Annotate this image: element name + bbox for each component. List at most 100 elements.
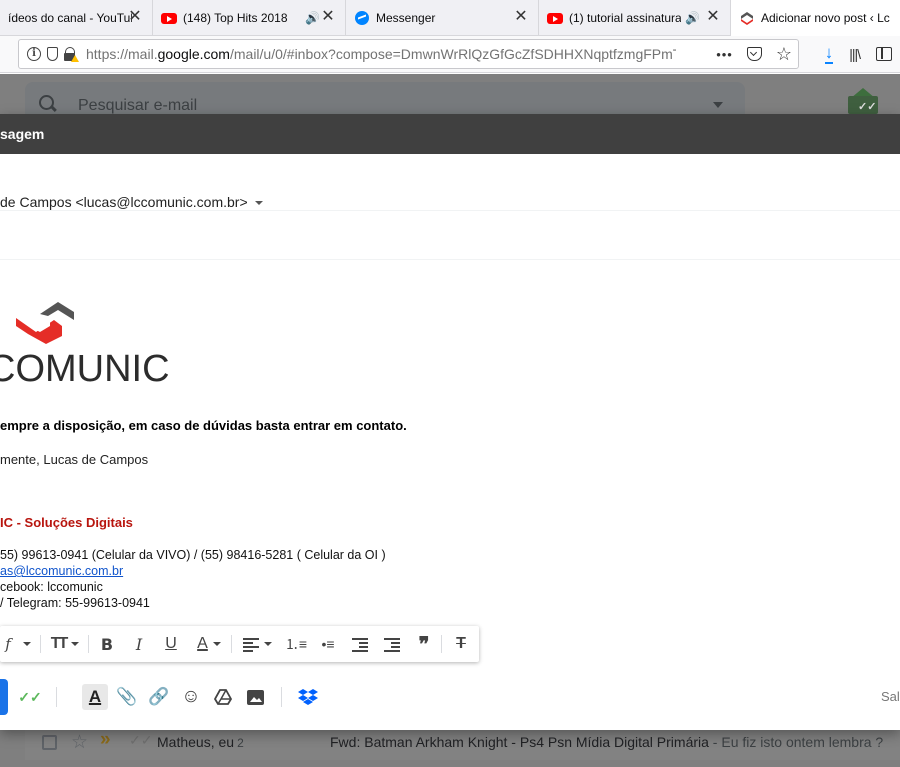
pocket-icon[interactable] xyxy=(746,47,762,61)
font-size-select[interactable]: TT xyxy=(46,632,84,656)
chevron-down-icon xyxy=(212,642,221,646)
signature-telegram: / Telegram: 55-99613-0941 xyxy=(0,596,150,610)
remove-formatting-icon: T xyxy=(456,635,466,652)
italic-button[interactable]: I xyxy=(128,632,150,656)
browser-tab-wordpress[interactable]: Adicionar novo post ‹ Lc xyxy=(731,0,900,36)
signature-email-link[interactable]: as@lccomunic.com.br xyxy=(0,564,123,578)
close-icon[interactable]: ✕ xyxy=(514,9,528,25)
speaker-icon[interactable]: 🔊 xyxy=(305,11,320,25)
compose-window: sagem de Campos <lucas@lccomunic.com.br>… xyxy=(0,114,900,730)
chevron-down-icon xyxy=(71,642,80,646)
insert-emoji-button[interactable]: ☺ xyxy=(179,685,203,709)
gmail-addon-icon[interactable]: ✓✓ xyxy=(848,88,878,114)
bookmark-star-icon[interactable]: ☆ xyxy=(776,45,792,63)
double-check-icon: ✓✓ xyxy=(129,732,153,748)
from-address: de Campos <lucas@lccomunic.com.br> xyxy=(0,194,248,210)
sender-names: Matheus, eu xyxy=(157,734,235,750)
from-field[interactable]: de Campos <lucas@lccomunic.com.br> xyxy=(0,154,900,211)
indent-more-button[interactable] xyxy=(381,632,403,656)
close-icon[interactable]: ✕ xyxy=(321,9,335,25)
url-bar[interactable]: i https://mail.google.com/mail/u/0/#inbo… xyxy=(18,39,799,69)
url-text[interactable]: https://mail.google.com/mail/u/0/#inbox?… xyxy=(86,46,676,62)
browser-tab-strip: ídeos do canal - YouTube ✕ (148) Top Hit… xyxy=(0,0,900,36)
browser-navbar: i https://mail.google.com/mail/u/0/#inbo… xyxy=(0,36,900,73)
tab-title: Adicionar novo post ‹ Lc xyxy=(761,11,890,25)
lccomunic-logo: COMUNIC xyxy=(0,296,170,396)
font-family-select[interactable]: f xyxy=(0,632,36,656)
align-left-icon xyxy=(242,637,259,652)
thread-count: 2 xyxy=(237,736,244,750)
browser-tab-messenger[interactable]: Messenger ✕ xyxy=(346,0,539,36)
tracking-shield-icon[interactable] xyxy=(47,47,58,61)
insert-photo-button[interactable] xyxy=(243,685,267,709)
saved-status: Sal xyxy=(881,689,900,704)
search-options-caret-icon[interactable] xyxy=(713,102,723,108)
url-host: google.com xyxy=(157,46,230,62)
toolbar-divider xyxy=(88,635,89,653)
browser-tab-tutorial[interactable]: (1) tutorial assinatura 🔊 ✕ xyxy=(539,0,731,36)
search-icon[interactable] xyxy=(39,95,56,112)
lccomunic-logo-icon xyxy=(739,10,755,26)
inbox-row[interactable]: ☆ ✓✓ Matheus, eu2 Fwd: Batman Arkham Kni… xyxy=(25,726,900,760)
underline-button[interactable]: U xyxy=(160,632,182,656)
youtube-icon xyxy=(161,10,177,26)
from-value[interactable]: de Campos <lucas@lccomunic.com.br> xyxy=(0,194,263,210)
tab-title: (1) tutorial assinatura xyxy=(569,11,681,25)
formatting-toolbar: f TT B I U A ⒈≡ •≡ ❞ T xyxy=(0,626,479,662)
quote-icon: ❞ xyxy=(418,633,430,656)
formatting-options-button[interactable]: A xyxy=(82,684,108,710)
attach-file-button[interactable]: 📎 xyxy=(115,685,139,709)
paperclip-icon: 📎 xyxy=(116,687,138,706)
close-icon[interactable]: ✕ xyxy=(128,9,142,25)
browser-tab-top-hits[interactable]: (148) Top Hits 2018 🔊 ✕ xyxy=(153,0,346,36)
send-button[interactable] xyxy=(0,679,8,715)
tab-title: ídeos do canal - YouTube xyxy=(8,11,132,25)
signature-facebook: cebook: lccomunic xyxy=(0,580,103,594)
remove-formatting-button[interactable]: T xyxy=(450,632,472,656)
insert-link-button[interactable]: 🔗 xyxy=(147,685,171,709)
row-checkbox[interactable] xyxy=(42,735,57,750)
emoji-icon: ☺ xyxy=(181,686,201,707)
bulleted-list-button[interactable]: •≡ xyxy=(317,632,339,656)
star-icon[interactable]: ☆ xyxy=(71,731,88,754)
numbered-list-button[interactable]: ⒈≡ xyxy=(285,632,307,656)
library-icon[interactable]: |||\ xyxy=(849,46,861,62)
text-format-icon: A xyxy=(88,687,102,706)
logo-text: COMUNIC xyxy=(0,348,170,390)
insert-drive-button[interactable] xyxy=(211,685,235,709)
chevron-down-icon[interactable] xyxy=(254,201,263,206)
browser-tab-youtube-channel[interactable]: ídeos do canal - YouTube ✕ xyxy=(0,0,153,36)
toolbar-divider xyxy=(441,635,442,653)
compose-action-bar: ✓✓ A 📎 🔗 ☺ Sal xyxy=(0,677,900,717)
download-icon[interactable]: ↓ xyxy=(824,44,834,64)
subject-field[interactable] xyxy=(0,224,900,260)
speaker-icon[interactable]: 🔊 xyxy=(685,11,700,25)
chevron-down-icon xyxy=(263,642,272,646)
dropbox-icon xyxy=(298,689,318,705)
signature-contacts: 55) 99613-0941 (Celular da VIVO) / (55) … xyxy=(0,547,386,611)
dropbox-button[interactable] xyxy=(296,685,320,709)
lock-warning-icon[interactable] xyxy=(64,47,79,62)
info-icon[interactable]: i xyxy=(27,47,41,61)
sidebar-toggle-icon[interactable] xyxy=(876,47,892,61)
close-icon[interactable]: ✕ xyxy=(706,9,720,25)
signature-regards: mente, Lucas de Campos xyxy=(0,452,149,467)
quote-button[interactable]: ❞ xyxy=(413,632,435,656)
indent-less-icon xyxy=(352,637,368,652)
message-body[interactable]: COMUNIC empre a disposição, em caso de d… xyxy=(0,260,900,620)
toolbar-divider xyxy=(40,635,41,653)
messenger-icon xyxy=(354,10,370,26)
align-button[interactable] xyxy=(240,632,274,656)
page-actions-menu-icon[interactable]: ••• xyxy=(716,47,733,62)
text-color-button[interactable]: A xyxy=(191,632,227,656)
read-receipt-icon[interactable]: ✓✓ xyxy=(18,685,42,709)
signature-message: empre a disposição, em caso de dúvidas b… xyxy=(0,418,407,433)
indent-more-icon xyxy=(384,637,400,652)
text-size-icon: TT xyxy=(50,635,68,652)
bold-button[interactable]: B xyxy=(96,632,118,656)
indent-less-button[interactable] xyxy=(349,632,371,656)
important-marker-icon[interactable] xyxy=(100,729,114,751)
toolbar-divider xyxy=(281,687,282,707)
subject-text: Fwd: Batman Arkham Knight - Ps4 Psn Mídi… xyxy=(330,734,709,750)
compose-header[interactable]: sagem xyxy=(0,114,900,154)
